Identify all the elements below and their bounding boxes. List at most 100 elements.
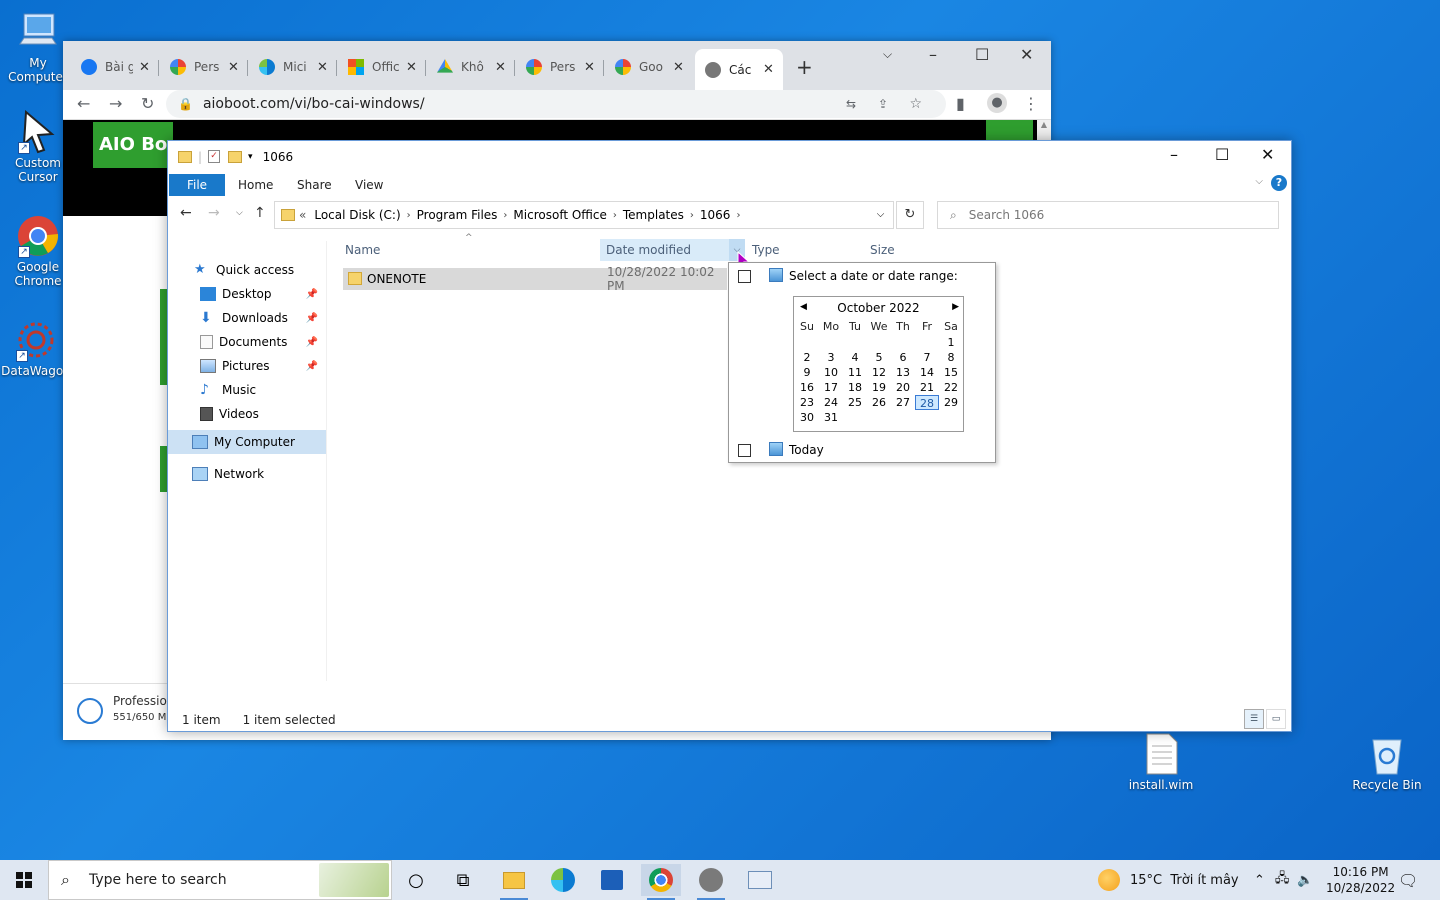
pin-icon[interactable]: 📌 bbox=[306, 337, 318, 348]
breadcrumb-item[interactable]: Program Files bbox=[417, 208, 498, 222]
reload-icon[interactable]: ↻ bbox=[141, 94, 154, 113]
chrome-taskbar-icon[interactable] bbox=[641, 864, 681, 900]
calendar-day[interactable]: 28 bbox=[915, 395, 939, 410]
calendar-day[interactable]: 16 bbox=[795, 380, 819, 395]
chevron-right-icon[interactable]: › bbox=[736, 210, 740, 221]
calendar-day[interactable]: 26 bbox=[867, 395, 891, 410]
calendar-day[interactable]: 30 bbox=[795, 410, 819, 425]
recent-locations-icon[interactable]: ⌵ bbox=[236, 208, 243, 218]
side-panel-icon[interactable]: ▮ bbox=[956, 94, 965, 113]
calendar-day[interactable]: 24 bbox=[819, 395, 843, 410]
new-folder-icon[interactable] bbox=[228, 150, 243, 163]
refresh-icon[interactable]: ↻ bbox=[896, 201, 924, 229]
chrome-tab[interactable]: Bài g ✕ bbox=[71, 53, 155, 81]
chrome-tab[interactable]: Pers ✕ bbox=[516, 53, 600, 81]
ribbon-tab-file[interactable]: File bbox=[169, 174, 225, 196]
close-icon[interactable]: ✕ bbox=[317, 60, 328, 75]
column-header-name[interactable]: Name bbox=[339, 239, 597, 261]
chevron-right-icon[interactable]: › bbox=[407, 210, 411, 221]
prev-month-icon[interactable]: ◀ bbox=[800, 302, 807, 312]
pin-icon[interactable]: 📌 bbox=[306, 313, 318, 324]
calendar-day[interactable]: 12 bbox=[867, 365, 891, 380]
network-icon[interactable]: 🖧 bbox=[1275, 869, 1290, 891]
nav-item-documents[interactable]: Documents 📌 bbox=[168, 331, 326, 353]
close-icon[interactable]: ✕ bbox=[673, 60, 684, 75]
ribbon-tab-share[interactable]: Share bbox=[297, 174, 332, 196]
nav-my-computer[interactable]: My Computer bbox=[168, 430, 326, 454]
share-icon[interactable]: ⇪ bbox=[878, 97, 888, 111]
address-bar[interactable]: 🔒 aioboot.com/vi/bo-cai-windows/ ⇆ ⇪ ☆ bbox=[166, 90, 946, 118]
up-icon[interactable]: ↑ bbox=[254, 205, 266, 221]
today-checkbox[interactable] bbox=[738, 444, 751, 457]
overflow-icon[interactable]: « bbox=[299, 208, 306, 222]
calendar-day[interactable]: 29 bbox=[939, 395, 963, 410]
calendar-day[interactable]: 14 bbox=[915, 365, 939, 380]
notification-button[interactable]: 🗨 bbox=[1398, 860, 1418, 900]
nav-item-pictures[interactable]: Pictures 📌 bbox=[168, 355, 326, 377]
maximize-icon[interactable]: ☐ bbox=[975, 45, 989, 64]
chevron-right-icon[interactable]: › bbox=[503, 210, 507, 221]
forward-icon[interactable]: → bbox=[109, 94, 122, 113]
translate-icon[interactable]: ⇆ bbox=[846, 97, 856, 111]
remote-desktop-taskbar-icon[interactable] bbox=[740, 864, 780, 896]
date-range-checkbox[interactable] bbox=[738, 270, 751, 283]
tab-search-icon[interactable]: ⌵ bbox=[883, 47, 892, 62]
store-taskbar-icon[interactable] bbox=[592, 864, 632, 896]
back-icon[interactable]: ← bbox=[77, 94, 90, 113]
chrome-tab[interactable]: Offic ✕ bbox=[338, 53, 422, 81]
calendar-day[interactable]: 4 bbox=[843, 350, 867, 365]
page-search-button[interactable] bbox=[986, 120, 1033, 140]
help-icon[interactable]: ? bbox=[1271, 175, 1287, 191]
today-label[interactable]: Today bbox=[789, 443, 824, 457]
pin-icon[interactable]: 📌 bbox=[306, 289, 318, 300]
back-icon[interactable]: ← bbox=[180, 205, 192, 221]
column-header-size[interactable]: Size bbox=[864, 239, 944, 261]
clock[interactable]: 10:16 PM 10/28/2022 bbox=[1326, 860, 1395, 900]
edge-taskbar-icon[interactable] bbox=[543, 864, 583, 896]
next-month-icon[interactable]: ▶ bbox=[952, 302, 959, 312]
address-bar[interactable]: « Local Disk (C:) › Program Files › Micros… bbox=[274, 201, 894, 229]
desktop-icon-install-wim[interactable]: install.wim bbox=[1123, 732, 1199, 792]
chevron-right-icon[interactable]: › bbox=[690, 210, 694, 221]
column-header-date-modified[interactable]: Date modified ⌵ bbox=[600, 239, 745, 261]
calendar-day[interactable]: 19 bbox=[867, 380, 891, 395]
profile-icon[interactable]: ● bbox=[987, 93, 1007, 113]
calendar-day[interactable]: 3 bbox=[819, 350, 843, 365]
new-tab-icon[interactable]: + bbox=[796, 55, 813, 79]
calendar-day[interactable]: 11 bbox=[843, 365, 867, 380]
chrome-tab[interactable]: Pers ✕ bbox=[160, 53, 244, 81]
nav-network[interactable]: Network bbox=[168, 463, 326, 485]
close-icon[interactable]: ✕ bbox=[495, 60, 506, 75]
details-view-icon[interactable]: ☰ bbox=[1244, 709, 1264, 729]
calendar-day[interactable]: 2 bbox=[795, 350, 819, 365]
breadcrumb-item[interactable]: Local Disk (C:) bbox=[314, 208, 400, 222]
calendar-day[interactable]: 22 bbox=[939, 380, 963, 395]
desktop-icon-recycle-bin[interactable]: Recycle Bin bbox=[1349, 732, 1425, 792]
calendar-day[interactable]: 6 bbox=[891, 350, 915, 365]
close-icon[interactable]: ✕ bbox=[763, 62, 774, 77]
breadcrumb-item[interactable]: 1066 bbox=[700, 208, 731, 222]
cortana-icon[interactable]: ○ bbox=[396, 864, 436, 896]
minimize-icon[interactable]: – bbox=[1170, 145, 1178, 164]
file-row[interactable]: ONENOTE 10/28/2022 10:02 PM bbox=[343, 265, 727, 293]
large-icons-view-icon[interactable]: ▭ bbox=[1266, 709, 1286, 729]
chevron-right-icon[interactable]: › bbox=[613, 210, 617, 221]
calendar-month[interactable]: October 2022 bbox=[837, 301, 919, 315]
close-icon[interactable]: ✕ bbox=[406, 60, 417, 75]
calendar-day[interactable]: 25 bbox=[843, 395, 867, 410]
chevron-up-icon[interactable]: ⌃ bbox=[1254, 873, 1265, 888]
close-icon[interactable]: ✕ bbox=[139, 60, 150, 75]
scrollbar-up-icon[interactable]: ▲ bbox=[1037, 120, 1051, 140]
calendar-day[interactable]: 1 bbox=[939, 335, 963, 350]
pane-divider[interactable] bbox=[326, 241, 327, 681]
ribbon-expand-icon[interactable]: ⌵ bbox=[1255, 176, 1263, 187]
nav-item-desktop[interactable]: Desktop 📌 bbox=[168, 283, 326, 305]
properties-icon[interactable]: ✓ bbox=[208, 150, 221, 163]
calendar-day[interactable]: 31 bbox=[819, 410, 843, 425]
chrome-tab[interactable]: Khô ✕ bbox=[427, 53, 511, 81]
start-button[interactable] bbox=[0, 860, 48, 900]
calendar-day[interactable]: 20 bbox=[891, 380, 915, 395]
menu-icon[interactable]: ⋮ bbox=[1023, 94, 1039, 113]
maximize-icon[interactable]: ☐ bbox=[1215, 145, 1229, 164]
nav-item-downloads[interactable]: ⬇ Downloads 📌 bbox=[168, 307, 326, 329]
